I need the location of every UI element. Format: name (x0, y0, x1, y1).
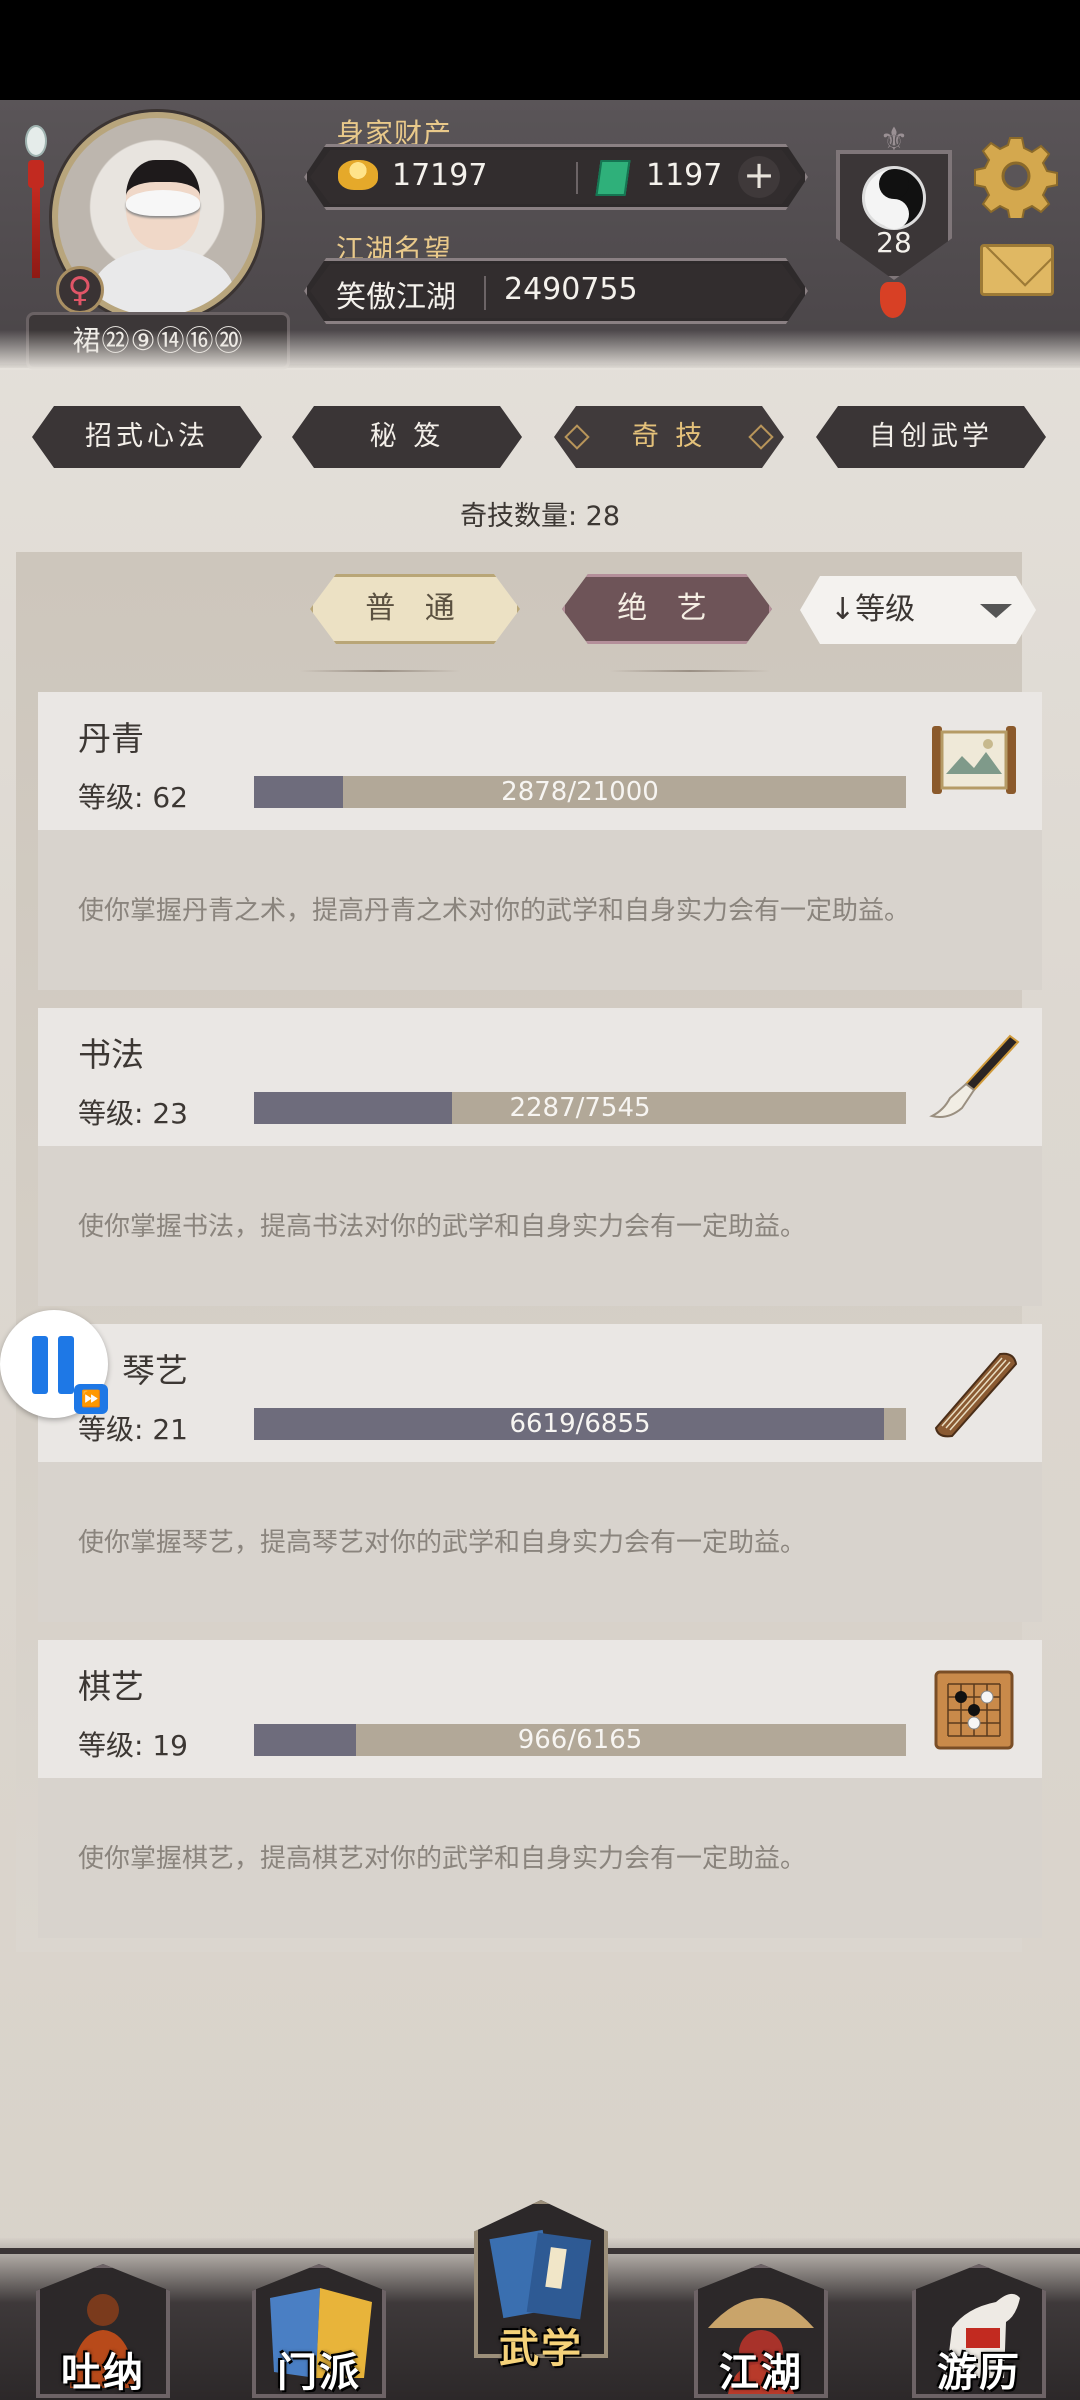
currency-bar (304, 144, 808, 210)
exp-bar: 6619/6855 (254, 1408, 906, 1440)
nav-label: 游历 (937, 2350, 1021, 2396)
gold-ingot-icon (338, 160, 378, 190)
nav-label: 吐纳 (61, 2350, 145, 2396)
level-number: 28 (876, 226, 912, 259)
skill-description: 使你掌握棋艺，提高棋艺对你的武学和自身实力会有一定助益。 (78, 1844, 807, 1874)
header-fade (0, 330, 1080, 370)
skill-card[interactable]: 书法 等级: 23 2287/7545 使你掌握书法，提高书法对你的武学和自身实… (38, 1008, 1042, 1306)
skill-level: 等级: 21 (78, 1413, 188, 1446)
mail-icon[interactable] (980, 244, 1054, 296)
tab-special-skills-label: 奇 技 (631, 421, 707, 452)
tab-custom-martial-arts[interactable]: 自创武学 (816, 406, 1046, 468)
guqin-icon (934, 1352, 1018, 1438)
filter-normal-button[interactable]: 普 通 (310, 574, 520, 644)
nav-label: 门派 (277, 2350, 361, 2396)
add-currency-button[interactable]: + (738, 156, 780, 198)
filter-special-button[interactable]: 绝 艺 (562, 574, 772, 644)
skill-description: 使你掌握丹青之术，提高丹青之术对你的武学和自身实力会有一定助益。 (78, 896, 911, 926)
skill-level: 等级: 62 (78, 781, 188, 814)
female-gender-icon: ♀ (56, 266, 104, 314)
skill-card[interactable]: 琴艺 等级: 21 6619/6855 使你掌握琴艺，提高琴艺对你的武学和自身实… (38, 1324, 1042, 1622)
skill-level: 等级: 23 (78, 1097, 188, 1130)
fame-title: 笑傲江湖 (336, 280, 456, 315)
go-board-icon (934, 1670, 1014, 1750)
currency-divider (576, 162, 578, 194)
skill-level: 等级: 19 (78, 1729, 188, 1762)
fast-forward-icon[interactable]: ⏩ (74, 1384, 108, 1414)
nav-sect[interactable]: 门派 (244, 2240, 394, 2400)
exp-bar: 966/6165 (254, 1724, 906, 1756)
exp-bar: 2878/21000 (254, 776, 906, 808)
skill-name: 棋艺 (78, 1667, 144, 1706)
jade-amount: 1197 (646, 158, 723, 193)
ornament-divider (610, 670, 770, 672)
chevron-down-icon[interactable] (980, 604, 1012, 618)
nav-label: 武学 (499, 2326, 583, 2372)
jade-gem-icon (595, 160, 631, 196)
nav-travel[interactable]: 游历 (904, 2240, 1054, 2400)
tab-special-skills[interactable]: 奇 技 (554, 406, 784, 468)
tab-manuals[interactable]: 秘 笈 (292, 406, 522, 468)
skill-description: 使你掌握书法，提高书法对你的武学和自身实力会有一定助益。 (78, 1212, 807, 1242)
exp-text: 966/6165 (517, 1725, 643, 1755)
gold-amount: 17197 (392, 158, 488, 193)
ornament-divider (300, 670, 460, 672)
skill-name: 书法 (78, 1035, 144, 1074)
skill-description: 使你掌握琴艺，提高琴艺对你的武学和自身实力会有一定助益。 (78, 1528, 807, 1558)
skill-name: 丹青 (78, 719, 144, 758)
tassel-ornament (22, 120, 50, 280)
nav-breathing[interactable]: 吐纳 (28, 2240, 178, 2400)
taiji-icon (862, 166, 926, 230)
nav-jianghu[interactable]: 江湖 (686, 2240, 836, 2400)
tab-moves[interactable]: 招式心法 (32, 406, 262, 468)
exp-text: 2287/7545 (509, 1093, 651, 1123)
skill-card[interactable]: 棋艺 等级: 19 966/6165 使你掌握棋艺，提高棋艺对你的武学和自身实力… (38, 1640, 1042, 1938)
exp-bar: 2287/7545 (254, 1092, 906, 1124)
exp-text: 6619/6855 (509, 1409, 651, 1439)
gear-icon[interactable] (974, 134, 1058, 218)
fame-divider (484, 276, 486, 310)
badge-tassel (880, 282, 906, 318)
exp-text: 2878/21000 (501, 777, 659, 807)
nav-martial-arts[interactable]: 武学 (466, 2200, 616, 2372)
brush-icon (929, 1034, 1020, 1118)
skill-count: 奇技数量: 28 (459, 501, 621, 532)
nav-label: 江湖 (719, 2350, 803, 2396)
skill-name: 琴艺 (122, 1351, 188, 1390)
skill-card[interactable]: 丹青 等级: 62 2878/21000 使你掌握丹青之术，提高丹青之术对你的武… (38, 692, 1042, 990)
fame-value: 2490755 (504, 272, 638, 307)
scroll-painting-icon (932, 726, 1016, 794)
